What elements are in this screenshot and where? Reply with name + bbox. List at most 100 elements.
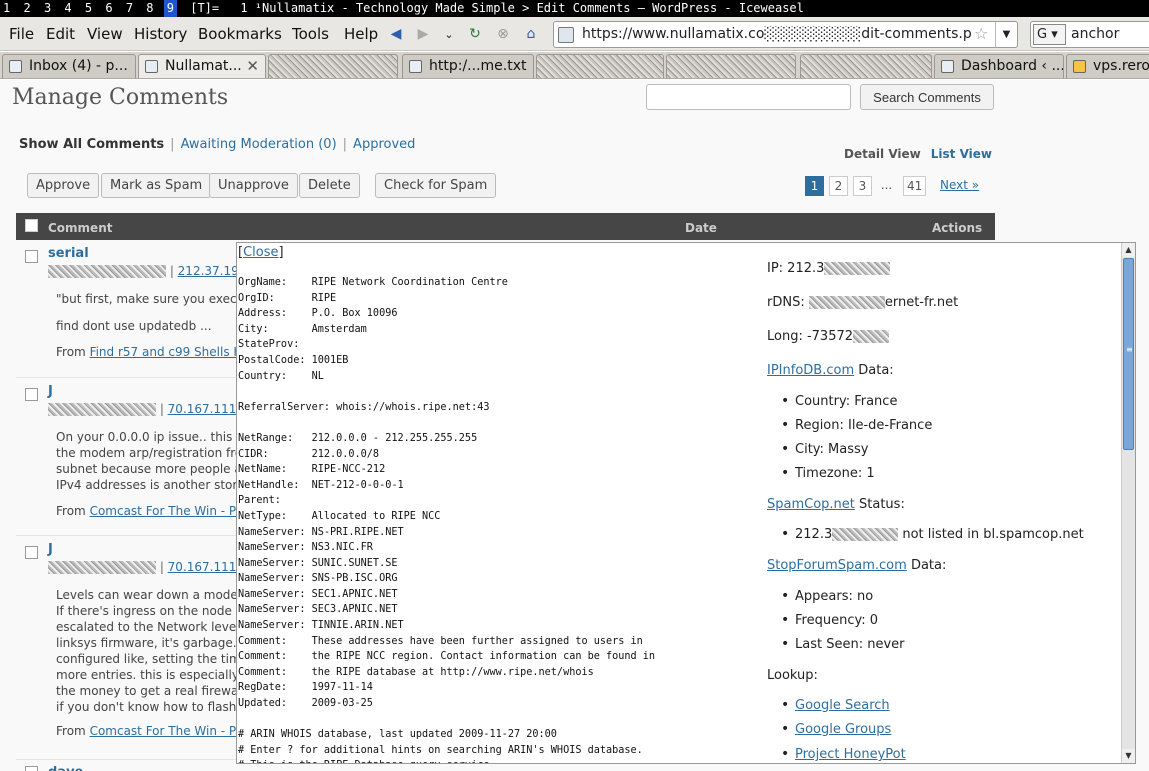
comment-checkbox[interactable] — [25, 546, 38, 559]
filter-awaiting[interactable]: Awaiting Moderation (0) — [181, 137, 337, 152]
comment-author[interactable]: J — [48, 384, 53, 399]
comment-ip-link[interactable]: 70.167.111. — [168, 560, 241, 574]
check-spam-button[interactable]: Check for Spam — [375, 173, 497, 198]
spamcop-status: 212.3 not listed in bl.spamcop.net — [781, 526, 1084, 542]
tab-dashboard[interactable]: Dashboard ‹ ... — [934, 54, 1064, 78]
url-text[interactable]: https://www.nullamatix.co░░░░░░░░░dit-co… — [582, 26, 972, 42]
post-link[interactable]: Find r57 and c99 Shells H — [90, 345, 243, 359]
filter-all[interactable]: Show All Comments — [19, 137, 164, 152]
filter-approved[interactable]: Approved — [353, 137, 415, 152]
ipinfodb-heading: IPInfoDB.com Data: — [767, 363, 894, 378]
menu-tools[interactable]: Tools — [292, 25, 329, 43]
workspace-3[interactable]: 3 — [41, 0, 54, 17]
comment-meta: | 212.37.19 — [48, 264, 239, 278]
list-view-link[interactable]: List View — [931, 147, 992, 161]
page-title: Manage Comments — [12, 85, 229, 110]
spamcop-heading: SpamCop.net Status: — [767, 497, 905, 512]
search-input[interactable]: anchor — [1071, 26, 1119, 42]
page-2[interactable]: 2 — [829, 176, 848, 196]
comment-author[interactable]: serial — [48, 246, 89, 261]
stop-icon[interactable]: ⊗ — [494, 25, 512, 43]
tab-phpmyadmin[interactable]: vps.rero — [1066, 54, 1149, 78]
tab-favicon-icon — [9, 60, 22, 73]
workspace-4[interactable]: 4 — [61, 0, 74, 17]
sfs-last-seen: Last Seen: never — [781, 636, 905, 652]
site-identity-icon[interactable] — [558, 27, 574, 43]
layout-indicator[interactable]: [T]= — [190, 1, 219, 15]
reload-icon[interactable]: ↻ — [466, 25, 484, 43]
menu-file[interactable]: File — [9, 25, 34, 43]
next-page-link[interactable]: Next » — [940, 178, 979, 192]
unapprove-button[interactable]: Unapprove — [209, 173, 298, 198]
stopforumspam-link[interactable]: StopForumSpam.com — [767, 558, 907, 573]
tab-nullamatix[interactable]: Nullamat... ✕ — [138, 54, 266, 78]
menu-view[interactable]: View — [87, 25, 123, 43]
comment-ip-link[interactable]: 212.37.19 — [178, 264, 239, 278]
spamcop-link[interactable]: SpamCop.net — [767, 497, 855, 512]
comment-author[interactable]: J — [48, 542, 53, 557]
scroll-thumb[interactable]: ≡ — [1123, 258, 1134, 450]
workspace-8[interactable]: 8 — [143, 0, 156, 17]
popup-scrollbar[interactable]: ▲ ≡ ▼ — [1121, 243, 1135, 763]
comment-checkbox[interactable] — [25, 388, 38, 401]
comment-text: linksys firmware, it's garbage. T — [56, 636, 248, 650]
comment-text: escalated to the Network level v — [56, 620, 251, 634]
search-bar[interactable]: G ▾ anchor — [1030, 21, 1149, 48]
tab-label: Inbox (4) - p... — [29, 58, 128, 74]
menu-edit[interactable]: Edit — [46, 25, 75, 43]
column-comment: Comment — [48, 221, 113, 235]
close-link[interactable]: Close — [243, 245, 278, 260]
scroll-up-icon[interactable]: ▲ — [1122, 243, 1135, 257]
comment-checkbox[interactable] — [25, 250, 38, 263]
comment-text: the modem arp/registration fro — [56, 446, 243, 460]
tab-redacted[interactable] — [800, 54, 932, 78]
scroll-down-icon[interactable]: ▼ — [1122, 749, 1135, 763]
workspace-6[interactable]: 6 — [102, 0, 115, 17]
search-engine-selector[interactable]: G ▾ — [1033, 24, 1066, 45]
google-search-link[interactable]: Google Search — [795, 698, 890, 713]
detail-view-link[interactable]: Detail View — [844, 147, 921, 161]
spamcop-suffix: Status: — [854, 497, 905, 512]
google-groups-link[interactable]: Google Groups — [795, 722, 891, 737]
url-bar[interactable]: https://www.nullamatix.co░░░░░░░░░dit-co… — [553, 21, 1018, 48]
back-icon[interactable]: ◀ — [387, 25, 405, 43]
tab-inbox[interactable]: Inbox (4) - p... — [2, 54, 136, 78]
workspace-7[interactable]: 7 — [123, 0, 136, 17]
approve-button[interactable]: Approve — [27, 173, 100, 198]
menu-history[interactable]: History — [134, 25, 187, 43]
menu-bookmarks[interactable]: Bookmarks — [198, 25, 282, 43]
redacted-coords — [853, 330, 890, 343]
comment-search-input[interactable] — [646, 84, 851, 110]
comment-checkbox[interactable] — [25, 766, 38, 771]
ipinfodb-link[interactable]: IPInfoDB.com — [767, 363, 854, 378]
forward-icon[interactable]: ▶ — [414, 25, 432, 43]
rdns-label: rDNS: — [767, 295, 809, 310]
history-dropdown-icon[interactable]: ⌄ — [440, 25, 458, 43]
home-icon[interactable]: ⌂ — [522, 25, 540, 43]
page-1[interactable]: 1 — [805, 176, 824, 196]
tab-redacted[interactable] — [268, 54, 398, 78]
select-all-checkbox[interactable] — [25, 219, 38, 232]
page-41[interactable]: 41 — [903, 176, 927, 196]
mark-spam-button[interactable]: Mark as Spam — [101, 173, 212, 198]
workspace-5[interactable]: 5 — [82, 0, 95, 17]
workspace-2[interactable]: 2 — [20, 0, 33, 17]
delete-button[interactable]: Delete — [299, 173, 360, 198]
page-3[interactable]: 3 — [853, 176, 872, 196]
menu-help[interactable]: Help — [344, 25, 378, 43]
tab-redacted[interactable] — [536, 54, 664, 78]
tab-text-file[interactable]: http:/...me.txt — [402, 54, 534, 78]
tab-close-icon[interactable]: ✕ — [246, 55, 259, 77]
tab-redacted[interactable] — [666, 54, 796, 78]
post-link[interactable]: Comcast For The Win - Po — [90, 504, 243, 518]
workspace-1[interactable]: 1 — [0, 0, 13, 17]
bookmark-star-icon[interactable]: ☆ — [974, 24, 988, 43]
search-comments-button[interactable]: Search Comments — [860, 84, 994, 110]
comment-author[interactable]: dave — [48, 765, 83, 771]
post-link[interactable]: Comcast For The Win - Po — [90, 724, 243, 738]
tab-label: Nullamat... — [165, 58, 242, 74]
comment-ip-link[interactable]: 70.167.111 — [168, 402, 237, 416]
workspace-9[interactable]: 9 — [163, 0, 177, 17]
project-honeypot-link[interactable]: Project HoneyPot — [795, 747, 906, 762]
url-dropdown-icon[interactable]: ▼ — [995, 22, 1017, 47]
